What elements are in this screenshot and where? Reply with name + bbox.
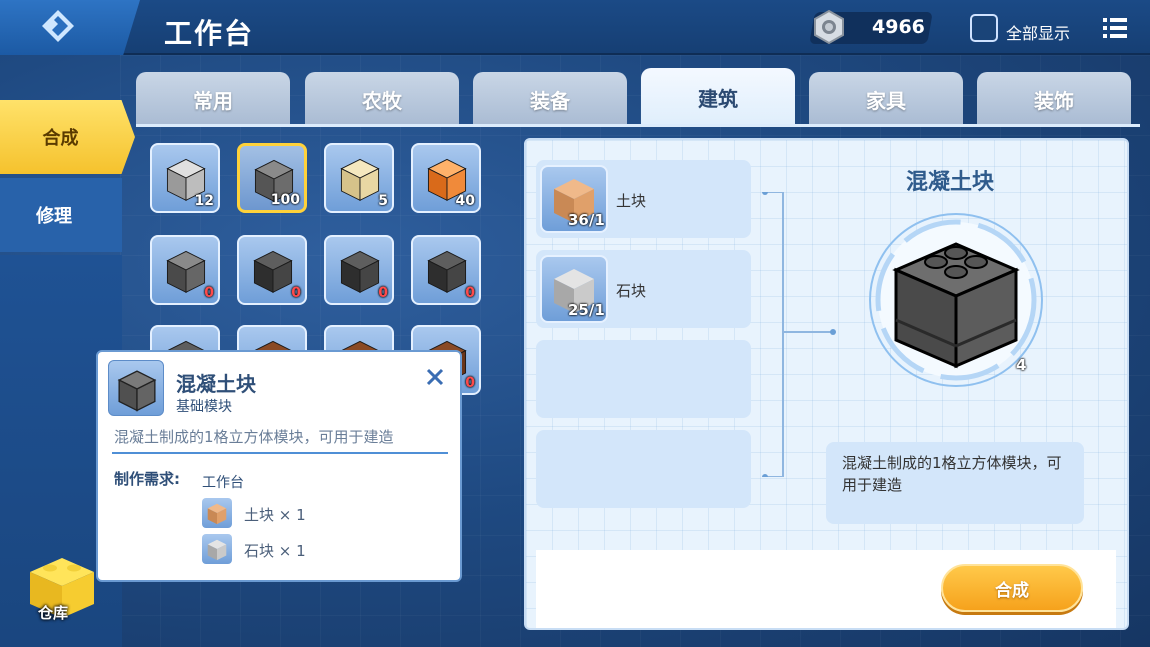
list-menu-icon[interactable] xyxy=(1103,17,1127,39)
tooltip-item-icon xyxy=(108,360,164,416)
craft-button[interactable]: 合成 xyxy=(941,564,1083,612)
currency-value: 4966 xyxy=(872,16,925,38)
nut-currency-icon xyxy=(814,9,844,45)
item-count: 0 xyxy=(465,375,475,391)
item-count: 12 xyxy=(194,193,214,209)
item-count: 0 xyxy=(378,285,388,301)
item-tooltip: 混凝土块 基础模块 混凝土制成的1格立方体模块，可用于建造 制作需求: 工作台 … xyxy=(96,350,462,582)
material-card[interactable]: 25/1 石块 xyxy=(536,250,751,328)
tab-decoration[interactable]: 装饰 xyxy=(977,72,1131,126)
close-icon[interactable] xyxy=(426,368,444,386)
item-slot[interactable]: 5 xyxy=(324,143,394,213)
tooltip-material-icon xyxy=(202,498,232,528)
tooltip-material-text: 土块 × 1 xyxy=(244,506,306,524)
item-slot[interactable]: 0 xyxy=(411,235,481,305)
tooltip-material-text: 石块 × 1 xyxy=(244,542,306,560)
item-slot[interactable]: 100 xyxy=(237,143,307,213)
tooltip-item-name: 混凝土块 xyxy=(176,372,256,396)
material-name: 土块 xyxy=(616,192,647,210)
item-slot[interactable]: 0 xyxy=(237,235,307,305)
show-all-checkbox[interactable] xyxy=(970,14,998,42)
side-tab-craft[interactable]: 合成 xyxy=(0,100,135,174)
material-count: 25/1 xyxy=(568,301,605,319)
result-item-name: 混凝土块 xyxy=(906,170,995,195)
empty-material-card xyxy=(536,430,751,508)
tooltip-description: 混凝土制成的1格立方体模块，可用于建造 xyxy=(114,428,394,446)
result-description: 混凝土制成的1格立方体模块，可用于建造 xyxy=(842,454,1062,494)
concrete-block-icon xyxy=(117,370,157,412)
tooltip-requirement-label: 制作需求: xyxy=(114,470,180,488)
item-count: 0 xyxy=(465,285,475,301)
tab-building[interactable]: 建筑 xyxy=(641,68,795,126)
item-slot[interactable]: 12 xyxy=(150,143,220,213)
material-name: 石块 xyxy=(616,282,647,300)
tooltip-divider xyxy=(112,452,448,454)
result-count: 4 xyxy=(1016,356,1027,374)
tooltip-crafting-station: 工作台 xyxy=(202,475,244,491)
back-logo-icon[interactable] xyxy=(40,8,76,44)
item-count: 5 xyxy=(378,193,388,209)
tab-equipment[interactable]: 装备 xyxy=(473,72,627,126)
category-tabs: 常用 农牧 装备 建筑 家具 装饰 xyxy=(136,68,1138,126)
page-title: 工作台 xyxy=(164,17,255,50)
tooltip-item-category: 基础模块 xyxy=(176,399,232,415)
show-all-label: 全部显示 xyxy=(1006,24,1071,43)
item-count: 0 xyxy=(204,285,214,301)
tab-underline xyxy=(136,124,1140,127)
material-slot[interactable]: 36/1 xyxy=(540,165,608,233)
tab-common[interactable]: 常用 xyxy=(136,72,290,126)
item-count: 100 xyxy=(270,192,300,208)
storage-label: 仓库 xyxy=(38,604,69,622)
material-card[interactable]: 36/1 土块 xyxy=(536,160,751,238)
recipe-detail-panel: 36/1 土块 25/1 石块 混凝土块 4 混凝土制成的1格立方体模块，可用于… xyxy=(524,138,1129,630)
recipe-connector-lines xyxy=(762,192,836,477)
stone-block-icon xyxy=(207,539,227,561)
dirt-block-icon xyxy=(207,503,227,525)
top-bar: 工作台 4966 全部显示 xyxy=(0,0,1150,55)
side-tab-craft-label: 合成 xyxy=(42,128,79,149)
item-count: 40 xyxy=(455,193,475,209)
item-count: 0 xyxy=(291,285,301,301)
tooltip-material-icon xyxy=(202,534,232,564)
item-slot[interactable]: 0 xyxy=(324,235,394,305)
side-tab-repair-label: 修理 xyxy=(36,206,72,227)
item-slot[interactable]: 0 xyxy=(150,235,220,305)
material-count: 36/1 xyxy=(568,211,605,229)
side-tab-repair[interactable]: 修理 xyxy=(0,178,122,252)
empty-material-card xyxy=(536,340,751,418)
tab-farming[interactable]: 农牧 xyxy=(305,72,459,126)
item-slot[interactable]: 40 xyxy=(411,143,481,213)
material-slot[interactable]: 25/1 xyxy=(540,255,608,323)
tab-furniture[interactable]: 家具 xyxy=(809,72,963,126)
result-description-box: 混凝土制成的1格立方体模块，可用于建造 xyxy=(826,442,1084,524)
